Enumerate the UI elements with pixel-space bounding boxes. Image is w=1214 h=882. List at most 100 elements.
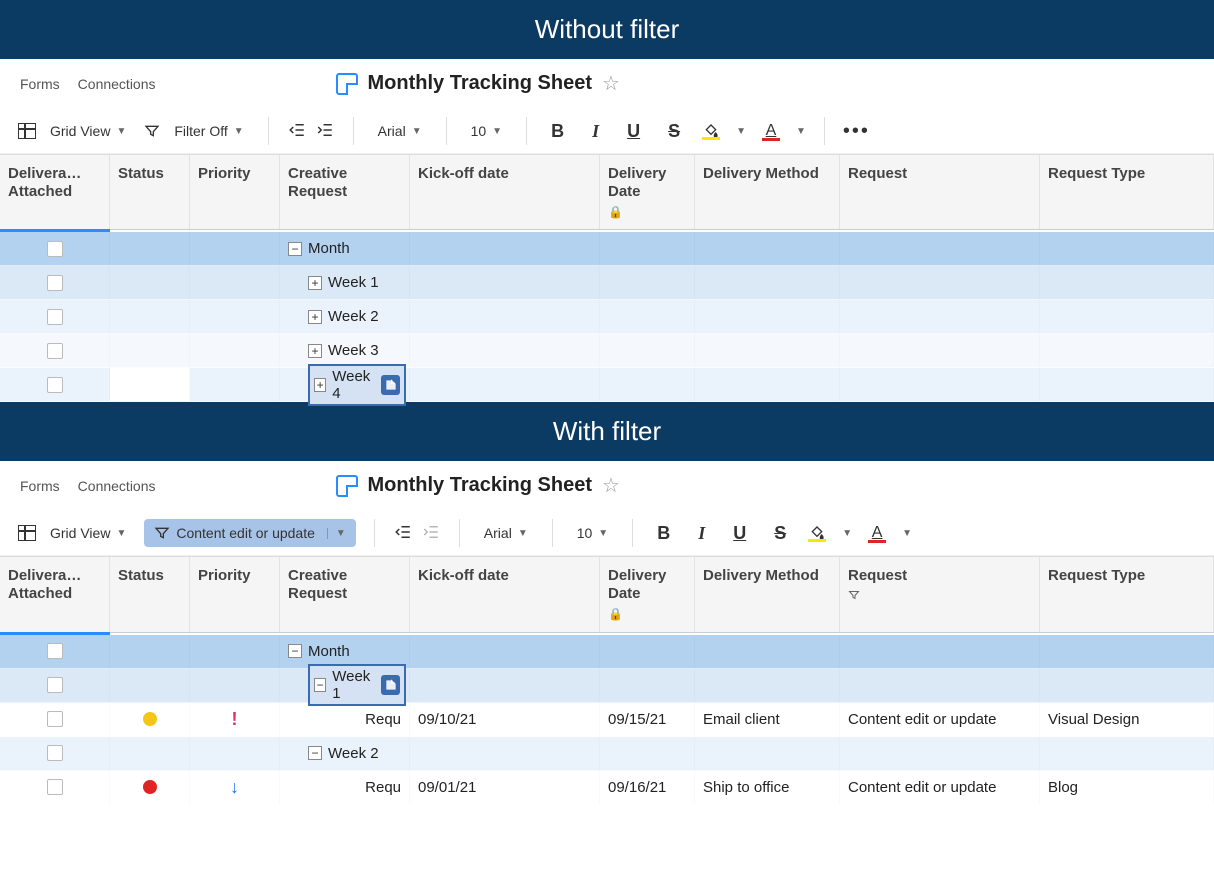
text-color-button[interactable]: A bbox=[868, 524, 886, 543]
font-size-dropdown[interactable]: 10 ▼ bbox=[571, 521, 614, 545]
col-creative[interactable]: Creative Request bbox=[280, 557, 410, 631]
more-button[interactable]: ••• bbox=[843, 120, 870, 143]
update-badge-icon[interactable] bbox=[381, 675, 400, 695]
checkbox[interactable] bbox=[47, 241, 63, 257]
active-cell[interactable]: − Week 1 bbox=[308, 664, 406, 706]
active-filter-dropdown[interactable]: Content edit or update ▼ bbox=[144, 519, 355, 547]
col-creative[interactable]: Creative Request bbox=[280, 155, 410, 229]
active-cell[interactable]: + Week 4 bbox=[308, 364, 406, 406]
table-row[interactable]: +Week 3 bbox=[0, 334, 1214, 368]
priority-high-icon: ! bbox=[232, 709, 238, 730]
col-status[interactable]: Status bbox=[110, 557, 190, 631]
col-kickoff[interactable]: Kick-off date bbox=[410, 155, 600, 229]
strike-button[interactable]: S bbox=[662, 119, 686, 144]
col-status[interactable]: Status bbox=[110, 155, 190, 229]
col-delivery-date[interactable]: Delivery Date🔒 bbox=[600, 155, 695, 229]
checkbox[interactable] bbox=[47, 745, 63, 761]
fill-color-caret[interactable]: ▼ bbox=[842, 528, 852, 539]
collapse-icon[interactable]: − bbox=[308, 746, 322, 760]
filter-icon bbox=[154, 525, 170, 541]
col-delivery-method[interactable]: Delivery Method bbox=[695, 155, 840, 229]
nav-forms[interactable]: Forms bbox=[20, 76, 60, 92]
expand-icon[interactable]: + bbox=[314, 378, 326, 392]
filter-icon[interactable] bbox=[144, 123, 160, 139]
col-priority[interactable]: Priority bbox=[190, 155, 280, 229]
italic-button[interactable]: I bbox=[586, 119, 605, 144]
outdent-button[interactable] bbox=[393, 523, 413, 544]
checkbox[interactable] bbox=[47, 377, 63, 393]
collapse-icon[interactable]: − bbox=[314, 678, 326, 692]
expand-icon[interactable]: + bbox=[308, 276, 322, 290]
filter-applied-icon bbox=[848, 589, 1031, 604]
lock-icon: 🔒 bbox=[608, 205, 686, 219]
checkbox[interactable] bbox=[47, 779, 63, 795]
checkbox[interactable] bbox=[47, 711, 63, 727]
col-deliverable[interactable]: Delivera… Attached bbox=[0, 155, 110, 229]
column-headers-2: Delivera… Attached Status Priority Creat… bbox=[0, 556, 1214, 632]
table-row[interactable]: ! Requ 09/10/21 09/15/21 Email client Co… bbox=[0, 703, 1214, 737]
table-row[interactable]: −Week 2 bbox=[0, 737, 1214, 771]
sheet-title: Monthly Tracking Sheet bbox=[368, 72, 592, 95]
grid-view-dropdown[interactable]: Grid View ▼ bbox=[44, 119, 132, 143]
bold-button[interactable]: B bbox=[651, 521, 676, 546]
grid-view-icon[interactable] bbox=[18, 123, 36, 139]
italic-button[interactable]: I bbox=[692, 521, 711, 546]
table-row[interactable]: − Week 1 bbox=[0, 669, 1214, 703]
nav-connections[interactable]: Connections bbox=[78, 478, 156, 494]
status-dot-red bbox=[143, 780, 157, 794]
fill-color-caret[interactable]: ▼ bbox=[736, 126, 746, 137]
col-delivery-date[interactable]: Delivery Date🔒 bbox=[600, 557, 695, 631]
table-row[interactable]: ↓ Requ 09/01/21 09/16/21 Ship to office … bbox=[0, 771, 1214, 805]
table-row[interactable]: −Month bbox=[0, 635, 1214, 669]
grid-view-dropdown[interactable]: Grid View ▼ bbox=[44, 521, 132, 545]
nav-forms[interactable]: Forms bbox=[20, 478, 60, 494]
col-priority[interactable]: Priority bbox=[190, 557, 280, 631]
checkbox[interactable] bbox=[47, 309, 63, 325]
grid-view-icon[interactable] bbox=[18, 525, 36, 541]
indent-button[interactable] bbox=[315, 121, 335, 142]
underline-button[interactable]: U bbox=[727, 521, 752, 546]
font-family-dropdown[interactable]: Arial ▼ bbox=[372, 119, 428, 143]
nav-connections[interactable]: Connections bbox=[78, 76, 156, 92]
collapse-icon[interactable]: − bbox=[288, 644, 302, 658]
col-request-type[interactable]: Request Type bbox=[1040, 557, 1214, 631]
status-dot-yellow bbox=[143, 712, 157, 726]
col-delivery-method[interactable]: Delivery Method bbox=[695, 557, 840, 631]
table-row[interactable]: +Week 1 bbox=[0, 266, 1214, 300]
star-icon[interactable]: ☆ bbox=[602, 473, 620, 498]
checkbox[interactable] bbox=[47, 343, 63, 359]
text-color-caret[interactable]: ▼ bbox=[796, 126, 806, 137]
font-family-dropdown[interactable]: Arial ▼ bbox=[478, 521, 534, 545]
col-request[interactable]: Request bbox=[840, 557, 1040, 631]
outdent-button[interactable] bbox=[287, 121, 307, 142]
expand-icon[interactable]: + bbox=[308, 344, 322, 358]
checkbox[interactable] bbox=[47, 275, 63, 291]
update-badge-icon[interactable] bbox=[381, 375, 400, 395]
fill-color-button[interactable] bbox=[808, 525, 826, 542]
collapse-icon[interactable]: − bbox=[288, 242, 302, 256]
fill-color-button[interactable] bbox=[702, 123, 720, 140]
star-icon[interactable]: ☆ bbox=[602, 71, 620, 96]
col-kickoff[interactable]: Kick-off date bbox=[410, 557, 600, 631]
filter-off-dropdown[interactable]: Filter Off ▼ bbox=[168, 119, 249, 143]
toolbar: Grid View ▼ Filter Off ▼ Arial ▼ 10 ▼ B … bbox=[0, 109, 1214, 154]
table-row[interactable]: +Week 2 bbox=[0, 300, 1214, 334]
table-row[interactable]: −Month bbox=[0, 232, 1214, 266]
banner-without-filter: Without filter bbox=[0, 0, 1214, 59]
text-color-caret[interactable]: ▼ bbox=[902, 528, 912, 539]
expand-icon[interactable]: + bbox=[308, 310, 322, 324]
col-request-type[interactable]: Request Type bbox=[1040, 155, 1214, 229]
table-row[interactable]: + Week 4 bbox=[0, 368, 1214, 402]
underline-button[interactable]: U bbox=[621, 119, 646, 144]
font-size-dropdown[interactable]: 10 ▼ bbox=[465, 119, 508, 143]
col-request[interactable]: Request bbox=[840, 155, 1040, 229]
text-color-button[interactable]: A bbox=[762, 122, 780, 141]
topnav-2: Forms Connections Monthly Tracking Sheet… bbox=[0, 461, 1214, 511]
checkbox[interactable] bbox=[47, 643, 63, 659]
bold-button[interactable]: B bbox=[545, 119, 570, 144]
grid-rows-filter: −Month − Week 1 ! Requ 09/10/21 09/15/21… bbox=[0, 635, 1214, 805]
checkbox[interactable] bbox=[47, 677, 63, 693]
col-deliverable[interactable]: Delivera… Attached bbox=[0, 557, 110, 631]
column-headers: Delivera… Attached Status Priority Creat… bbox=[0, 154, 1214, 230]
strike-button[interactable]: S bbox=[768, 521, 792, 546]
